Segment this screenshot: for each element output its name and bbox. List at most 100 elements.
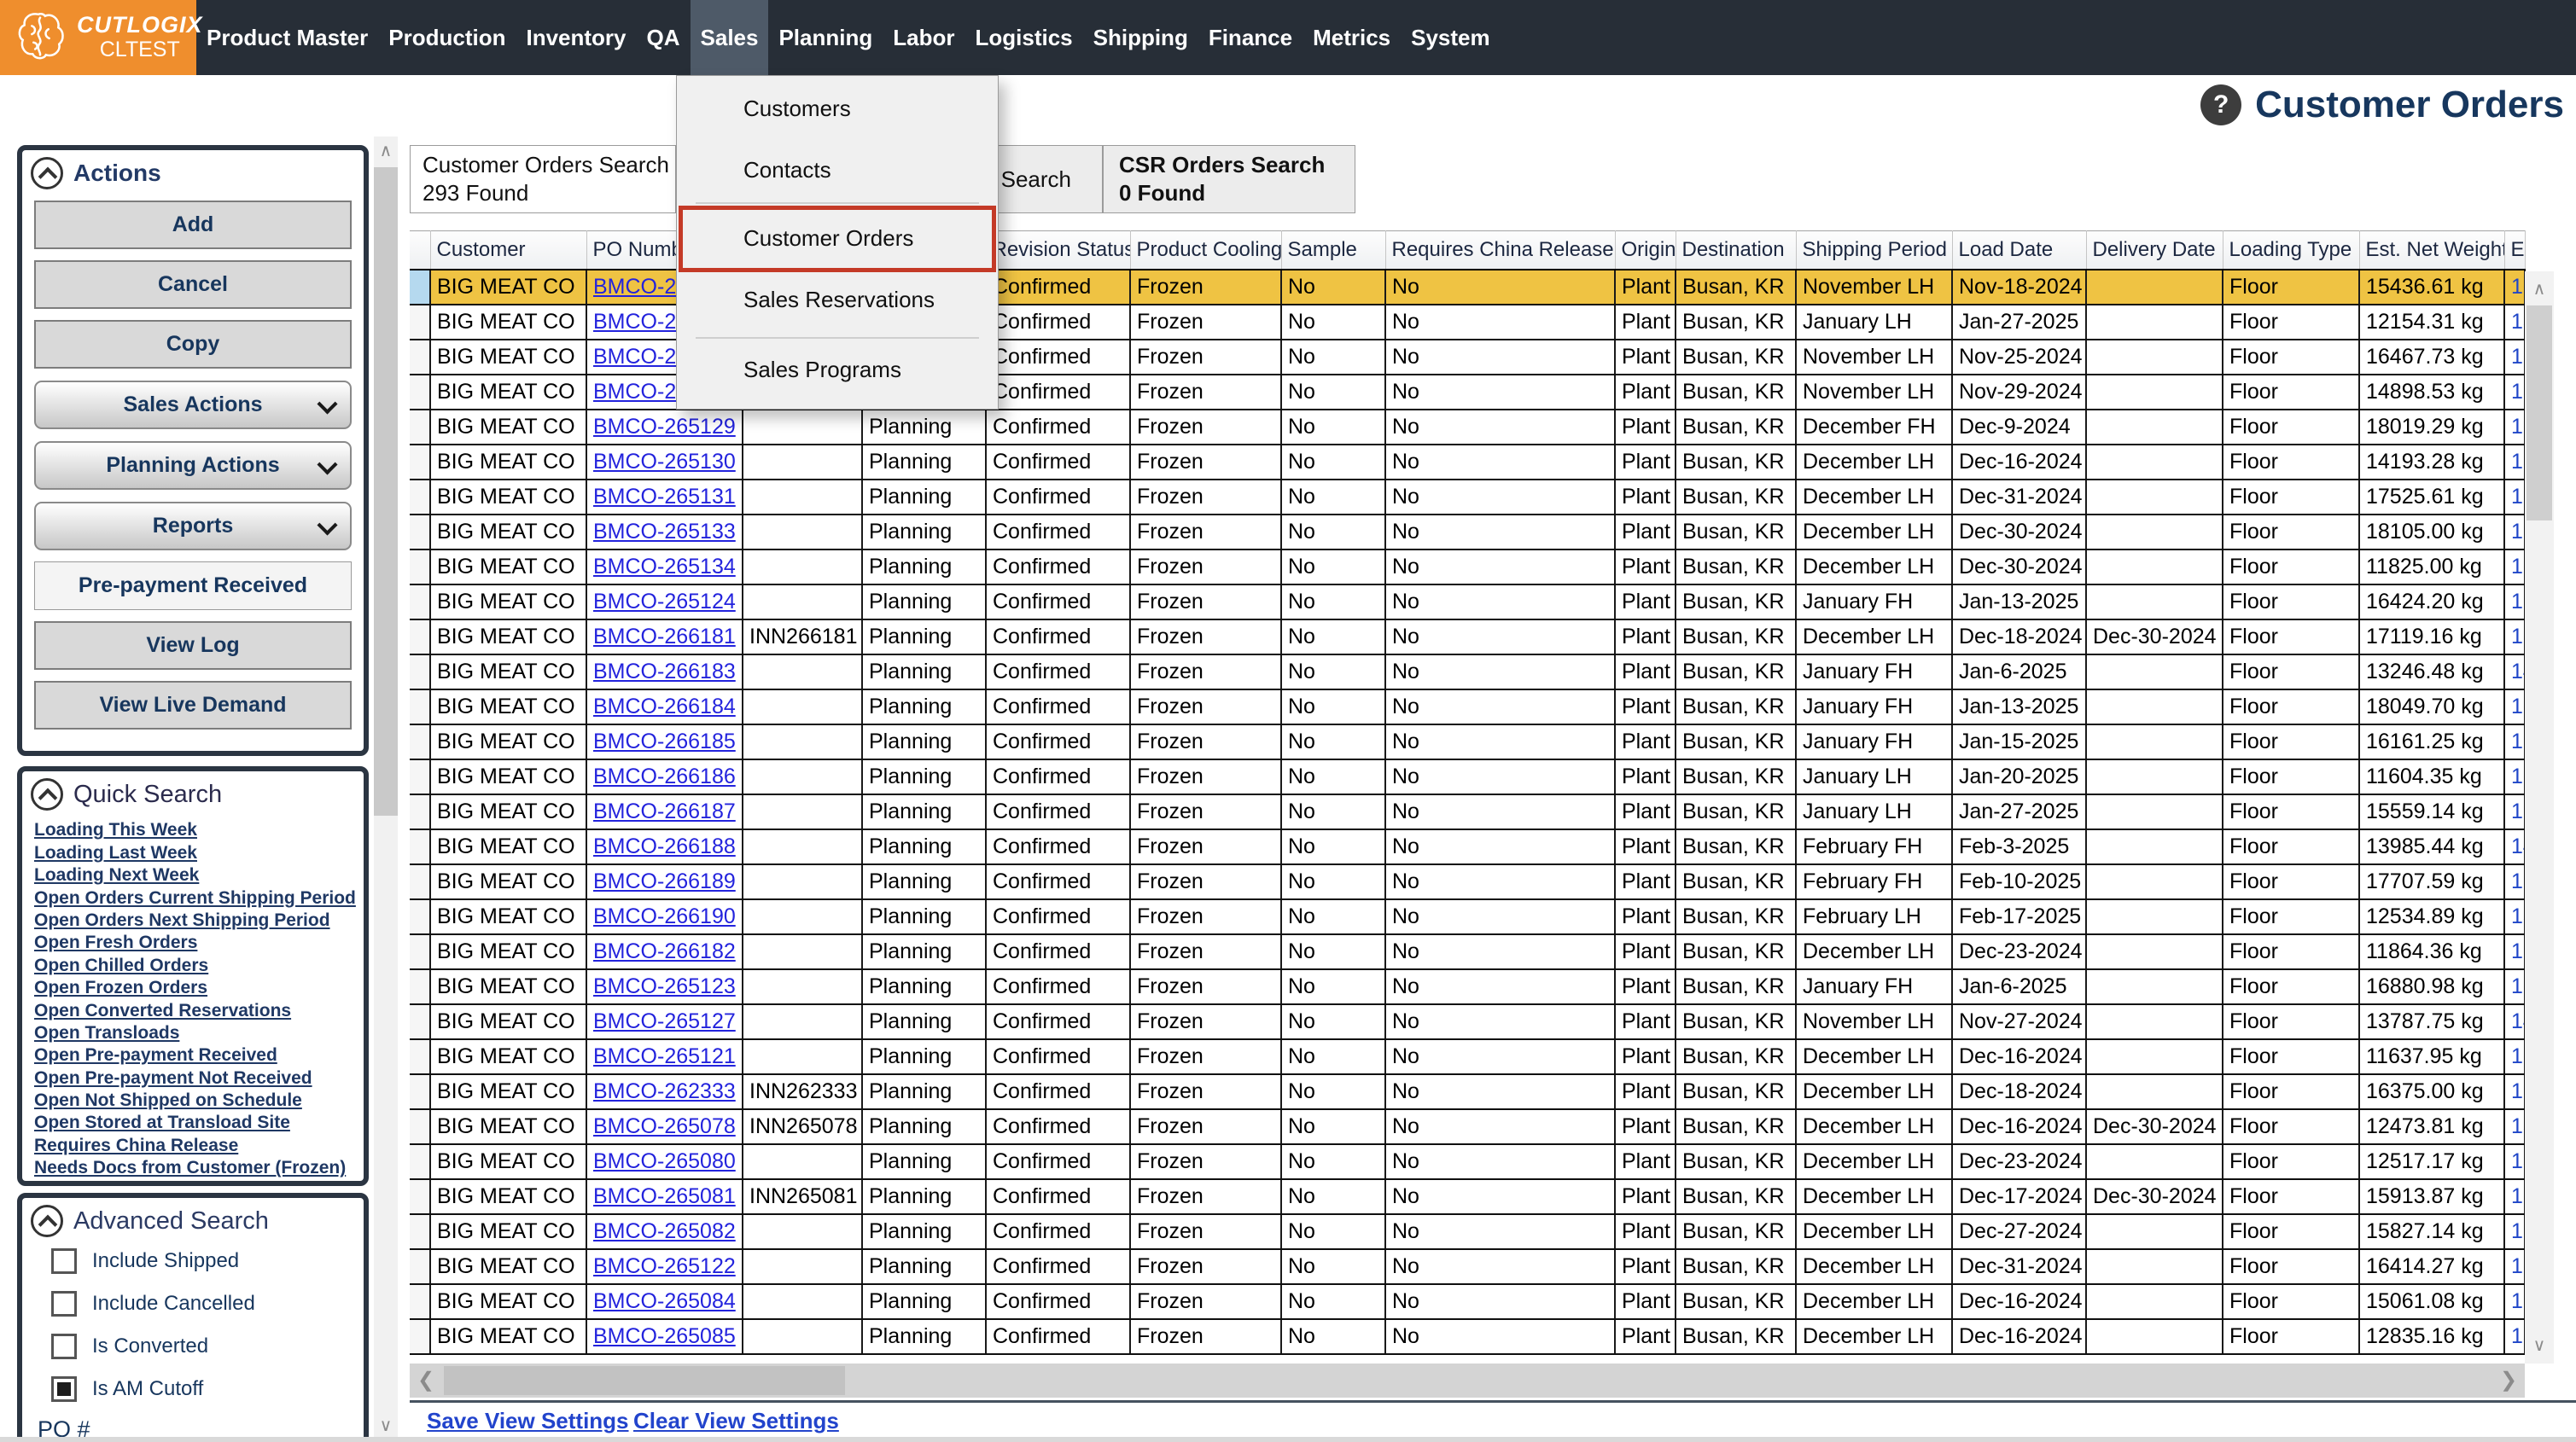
row-selector[interactable] (410, 934, 430, 969)
cell-po-number[interactable]: BMCO-265131 (586, 480, 743, 515)
row-selector[interactable] (410, 724, 430, 759)
cell-po-number[interactable]: BMCO-266181 (586, 619, 743, 654)
quick-search-link-open-pre-payment-received[interactable]: Open Pre-payment Received (34, 1046, 364, 1065)
view-live-demand-button[interactable]: View Live Demand (34, 681, 352, 730)
include-cancelled-checkbox[interactable] (51, 1291, 77, 1317)
menu-item-sales[interactable]: Sales (691, 0, 769, 75)
column-header-est-net-weight[interactable]: Est. Net Weight (2359, 231, 2504, 270)
collapse-chevron-icon[interactable] (31, 157, 63, 189)
quick-search-link-open-frozen-orders[interactable]: Open Frozen Orders (34, 979, 364, 997)
vertical-scrollbar[interactable]: ∧ ∨ (2525, 271, 2554, 1364)
table-row[interactable]: BIG MEAT COBMCO-266185PlanningConfirmedF… (410, 724, 2525, 759)
row-selector[interactable] (410, 619, 430, 654)
row-selector[interactable] (410, 864, 430, 899)
help-icon[interactable]: ? (2200, 84, 2241, 125)
table-row[interactable]: BIG MEAT COBMCO-266182PlanningConfirmedF… (410, 934, 2525, 969)
cell-po-number[interactable]: BMCO-265121 (586, 1039, 743, 1074)
table-row[interactable]: BIG MEAT COBMCO-266189PlanningConfirmedF… (410, 864, 2525, 899)
table-row[interactable]: BIG MEAT COBMCO-265129PlanningConfirmedF… (410, 410, 2525, 445)
scroll-down-icon[interactable]: ∨ (374, 1411, 398, 1440)
quick-search-link-open-stored-at-transload-site[interactable]: Open Stored at Transload Site (34, 1113, 364, 1132)
table-row[interactable]: BIG MEAT COBMCO-265124PlanningConfirmedF… (410, 584, 2525, 619)
vertical-scrollbar-thumb[interactable] (2526, 305, 2552, 520)
table-row[interactable]: BIG MEAT COBMCO-266183PlanningConfirmedF… (410, 654, 2525, 689)
scroll-up-icon[interactable]: ∧ (374, 137, 398, 166)
quick-search-link-open-orders-next-shipping-period[interactable]: Open Orders Next Shipping Period (34, 911, 364, 930)
planning-actions-dropdown-button[interactable]: Planning Actions (34, 441, 352, 490)
save-view-settings-link[interactable]: Save View Settings (427, 1408, 629, 1434)
table-row[interactable]: BIG MEAT COBMCO-265121PlanningConfirmedF… (410, 1039, 2525, 1074)
row-selector[interactable] (410, 689, 430, 724)
is-am-cutoff-checkbox[interactable] (51, 1376, 77, 1402)
row-selector[interactable] (410, 340, 430, 375)
table-row[interactable]: BIG MEAT COBMCO-265084PlanningConfirmedF… (410, 1284, 2525, 1319)
cell-po-number[interactable]: BMCO-265134 (586, 549, 743, 584)
row-selector[interactable] (410, 1144, 430, 1179)
scroll-up-icon[interactable]: ∧ (2525, 275, 2554, 304)
row-selector[interactable] (410, 829, 430, 864)
menu-item-qa[interactable]: QA (637, 0, 691, 75)
menu-item-inventory[interactable]: Inventory (516, 0, 636, 75)
sales-menu-item-customer-orders[interactable]: Customer Orders (677, 219, 998, 257)
view-log-button[interactable]: View Log (34, 621, 352, 670)
row-selector[interactable] (410, 1074, 430, 1109)
cell-po-number[interactable]: BMCO-265133 (586, 515, 743, 549)
row-selector[interactable] (410, 1319, 430, 1354)
sales-menu-item-contacts[interactable]: Contacts (677, 151, 998, 189)
quick-search-link-requires-china-release[interactable]: Requires China Release (34, 1137, 364, 1155)
cell-po-number[interactable]: BMCO-266185 (586, 724, 743, 759)
tab-customer-orders-search[interactable]: Customer Orders Search 293 Found (410, 145, 676, 213)
column-header-origin[interactable]: Origin (1615, 231, 1676, 270)
collapse-chevron-icon[interactable] (31, 1205, 63, 1237)
row-selector[interactable] (410, 1284, 430, 1319)
column-header-revision-status[interactable]: Revision Status (986, 231, 1130, 270)
table-row[interactable]: BIG MEAT COBMCO-265081INN265081PlanningC… (410, 1179, 2525, 1214)
row-selector[interactable] (410, 1039, 430, 1074)
row-selector[interactable] (410, 270, 430, 305)
cell-po-number[interactable]: BMCO-265129 (586, 410, 743, 445)
cell-po-number[interactable]: BMCO-266188 (586, 829, 743, 864)
app-logo[interactable]: CUTLOGIX CLTEST (0, 0, 196, 75)
column-header-customer[interactable]: Customer (430, 231, 586, 270)
quick-search-link-open-not-shipped-on-schedule[interactable]: Open Not Shipped on Schedule (34, 1091, 364, 1110)
row-selector[interactable] (410, 759, 430, 794)
sales-menu-item-sales-programs[interactable]: Sales Programs (677, 351, 998, 388)
cell-po-number[interactable]: BMCO-265078 (586, 1109, 743, 1144)
column-header-product-cooling[interactable]: Product Cooling (1130, 231, 1281, 270)
menu-item-logistics[interactable]: Logistics (965, 0, 1082, 75)
column-header-e[interactable]: E (2504, 231, 2525, 270)
cell-po-number[interactable]: BMCO-265080 (586, 1144, 743, 1179)
sidebar-scrollbar-thumb[interactable] (374, 167, 398, 816)
cell-po-number[interactable]: BMCO-265123 (586, 969, 743, 1004)
cell-po-number[interactable]: BMCO-266183 (586, 654, 743, 689)
collapse-chevron-icon[interactable] (31, 778, 63, 811)
quick-search-link-open-transloads[interactable]: Open Transloads (34, 1024, 364, 1043)
table-row[interactable]: BIG MEAT COBMCO-266181INN266181PlanningC… (410, 619, 2525, 654)
quick-search-link-needs-docs-from-customer-frozen[interactable]: Needs Docs from Customer (Frozen) (34, 1159, 364, 1177)
row-selector[interactable] (410, 1109, 430, 1144)
row-selector[interactable] (410, 654, 430, 689)
reports-dropdown-button[interactable]: Reports (34, 502, 352, 550)
is-converted-checkbox[interactable] (51, 1334, 77, 1359)
row-selector[interactable] (410, 969, 430, 1004)
cell-po-number[interactable]: BMCO-262333 (586, 1074, 743, 1109)
table-row[interactable]: BIG MEAT COBMCO-262333INN262333PlanningC… (410, 1074, 2525, 1109)
quick-search-link-open-fresh-orders[interactable]: Open Fresh Orders (34, 933, 364, 952)
table-row[interactable]: BIG MEAT COBMCO-266187PlanningConfirmedF… (410, 794, 2525, 829)
menu-item-production[interactable]: Production (378, 0, 516, 75)
quick-search-link-loading-last-week[interactable]: Loading Last Week (34, 844, 364, 863)
column-header-shipping-period[interactable]: Shipping Period (1796, 231, 1952, 270)
menu-item-metrics[interactable]: Metrics (1303, 0, 1401, 75)
menu-item-shipping[interactable]: Shipping (1083, 0, 1198, 75)
row-selector[interactable] (410, 549, 430, 584)
menu-item-product-master[interactable]: Product Master (196, 0, 378, 75)
row-selector[interactable] (410, 1249, 430, 1284)
sales-menu-item-sales-reservations[interactable]: Sales Reservations (677, 281, 998, 318)
row-selector[interactable] (410, 480, 430, 515)
menu-item-finance[interactable]: Finance (1198, 0, 1303, 75)
cell-po-number[interactable]: BMCO-265124 (586, 584, 743, 619)
quick-search-link-loading-next-week[interactable]: Loading Next Week (34, 866, 364, 885)
cancel-button[interactable]: Cancel (34, 260, 352, 309)
table-row[interactable]: BIG MEAT COBMCO-265122PlanningConfirmedF… (410, 1249, 2525, 1284)
table-row[interactable]: BIG MEAT COBMCO-265130PlanningConfirmedF… (410, 445, 2525, 480)
